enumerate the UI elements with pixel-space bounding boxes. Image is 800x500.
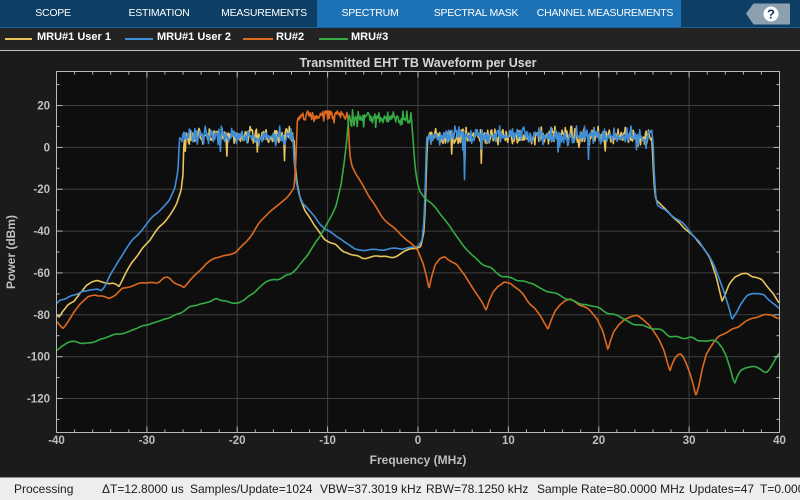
svg-text:10: 10	[502, 435, 515, 447]
svg-text:0: 0	[415, 435, 421, 447]
svg-text:Transmitted EHT TB Waveform pe: Transmitted EHT TB Waveform per User	[299, 56, 536, 70]
svg-text:-10: -10	[319, 435, 336, 447]
svg-text:30: 30	[683, 435, 696, 447]
svg-text:-80: -80	[33, 310, 50, 322]
svg-text:-20: -20	[229, 435, 246, 447]
svg-text:-60: -60	[33, 268, 50, 280]
svg-text:0: 0	[44, 142, 50, 154]
svg-text:?: ?	[767, 7, 775, 22]
svg-text:20: 20	[592, 435, 605, 447]
svg-text:-100: -100	[27, 352, 50, 364]
svg-text:-30: -30	[139, 435, 156, 447]
svg-text:Power (dBm): Power (dBm)	[4, 215, 18, 289]
svg-text:-40: -40	[48, 435, 65, 447]
svg-text:Frequency (MHz): Frequency (MHz)	[370, 453, 467, 467]
svg-text:-120: -120	[27, 394, 50, 406]
svg-text:20: 20	[37, 101, 50, 113]
svg-text:-20: -20	[33, 184, 50, 196]
svg-text:-40: -40	[33, 226, 50, 238]
svg-text:40: 40	[773, 435, 786, 447]
